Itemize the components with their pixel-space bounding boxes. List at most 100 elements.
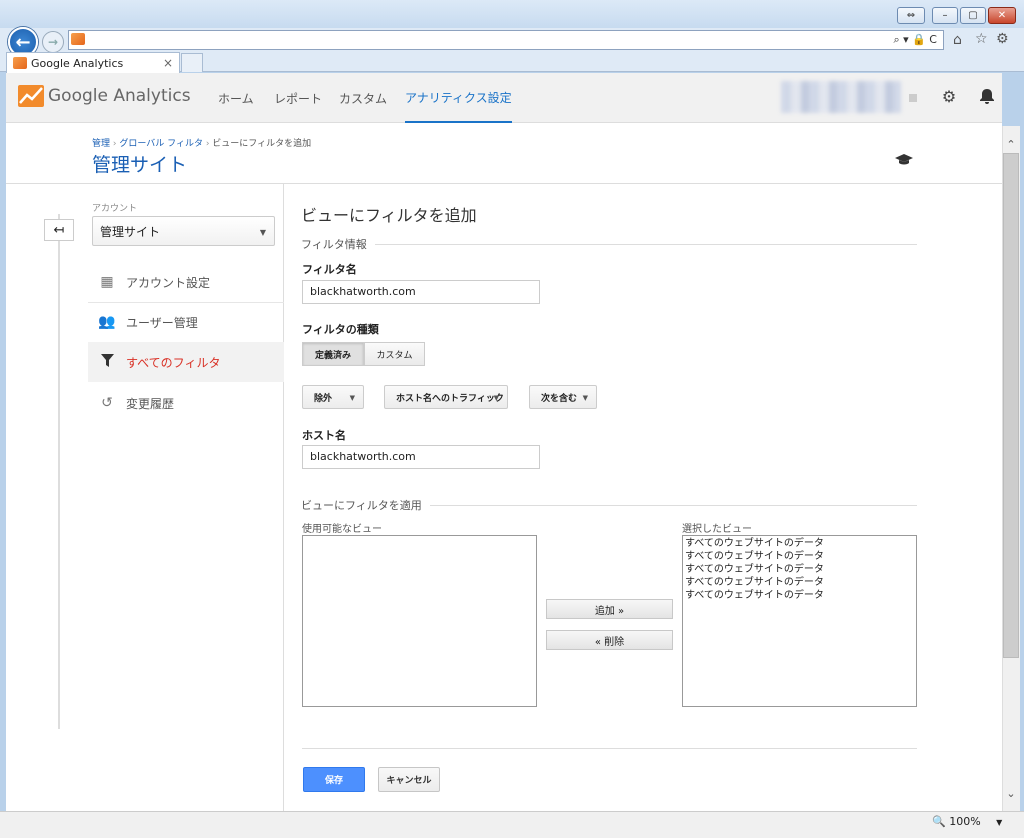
sidebar-item-all-filters[interactable]: すべてのフィルタ (88, 342, 284, 382)
available-views-list[interactable] (302, 535, 537, 707)
tab-title: Google Analytics (31, 56, 124, 70)
type-custom-button[interactable]: カスタム (364, 342, 425, 366)
ga-header: Google Analytics ホーム レポート カスタム アナリティクス設定… (6, 73, 1002, 124)
filter-name-input[interactable]: blackhatworth.com (302, 280, 540, 304)
chevron-down-icon: ▼ (259, 228, 266, 237)
back-arrow-icon: ↤ (53, 222, 65, 238)
logo-text: Google Analytics (48, 86, 191, 106)
type-predefined-button[interactable]: 定義済み (302, 342, 364, 366)
traffic-source-dropdown[interactable]: ホスト名へのトラフィック ▼ (384, 385, 508, 409)
tools-gear-icon[interactable]: ⚙ (996, 31, 1009, 47)
chevron-down-icon: ▼ (996, 818, 1003, 827)
forward-button[interactable]: → (42, 31, 64, 53)
sidebar-back-button[interactable]: ↤ (44, 219, 74, 241)
breadcrumb-current: ビューにフィルタを追加 (212, 139, 312, 149)
building-icon: ▦ (100, 274, 114, 290)
ga-logo-icon (18, 85, 44, 107)
chevron-down-icon: ▼ (349, 394, 355, 402)
list-item[interactable]: すべてのウェブサイトのデータ (685, 563, 914, 576)
sidebar-item-label: アカウント設定 (126, 275, 211, 290)
hostname-label: ホスト名 (302, 429, 346, 442)
scroll-up-icon[interactable]: ⌃ (1002, 133, 1020, 155)
account-select[interactable]: 管理サイト ▼ (92, 216, 275, 246)
dropdown-value: 次を含む (541, 393, 578, 404)
account-select-value: 管理サイト (100, 224, 161, 239)
sidebar-item-label: 変更履歴 (126, 396, 175, 411)
match-type-dropdown[interactable]: 次を含む ▼ (529, 385, 597, 409)
back-arrow-icon: ← (15, 31, 31, 53)
breadcrumb: 管理 › グローバル フィルタ › ビューにフィルタを追加 (92, 139, 312, 149)
page-title: 管理サイト (92, 154, 188, 176)
close-window-button[interactable]: ✕ (988, 7, 1016, 24)
add-view-button[interactable]: 追加 » (546, 599, 673, 619)
sidebar-item-user-management[interactable]: 👥 ユーザー管理 (88, 302, 284, 342)
sidebar-timeline (58, 214, 60, 729)
selected-views-label: 選択したビュー (682, 524, 752, 535)
ga-logo[interactable]: Google Analytics (18, 85, 191, 107)
ga-favicon-icon (13, 57, 27, 69)
browser-tab[interactable]: Google Analytics × (6, 52, 180, 73)
list-item[interactable]: すべてのウェブサイトのデータ (685, 576, 914, 589)
nav-custom[interactable]: カスタム (339, 73, 387, 123)
available-views-label: 使用可能なビュー (302, 524, 382, 535)
account-selector-blurred[interactable] (781, 81, 901, 113)
account-dropdown-icon[interactable] (909, 94, 917, 102)
search-lock-refresh-icons[interactable]: ⌕ ▾ 🔒 C (893, 33, 937, 47)
home-icon[interactable]: ⌂ (953, 32, 962, 48)
nav-analytics-settings[interactable]: アナリティクス設定 (405, 73, 512, 124)
list-item[interactable]: すべてのウェブサイトのデータ (685, 550, 914, 563)
page-subheader: 管理 › グローバル フィルタ › ビューにフィルタを追加 管理サイト (6, 123, 1002, 184)
selected-views-list[interactable]: すべてのウェブサイトのデータ すべてのウェブサイトのデータ すべてのウェブサイト… (682, 535, 917, 707)
sidebar-item-label: ユーザー管理 (126, 315, 198, 330)
zoom-magnifier-icon: 🔍 (932, 815, 946, 828)
list-item[interactable]: すべてのウェブサイトのデータ (685, 589, 914, 602)
dropdown-value: ホスト名へのトラフィック (396, 393, 504, 404)
new-tab-button[interactable] (181, 53, 203, 72)
sidebar-item-account-settings[interactable]: ▦ アカウント設定 (88, 262, 284, 302)
exclude-dropdown[interactable]: 除外 ▼ (302, 385, 364, 409)
remove-view-button[interactable]: « 削除 (546, 630, 673, 650)
chevron-down-icon: ▼ (582, 394, 588, 402)
scrollbar-thumb[interactable] (1003, 153, 1019, 658)
filter-type-label: フィルタの種類 (302, 323, 379, 336)
section-label: ビューにフィルタを適用 (301, 499, 422, 512)
admin-sidebar: ↤ アカウント 管理サイト ▼ ▦ アカウント設定 👥 ユーザー管理 すべてのフ… (6, 184, 284, 811)
save-button[interactable]: 保存 (303, 767, 365, 792)
scroll-down-icon[interactable]: ⌄ (1002, 782, 1020, 804)
chevron-down-icon: ▼ (493, 394, 499, 402)
window-titlebar (0, 0, 1024, 28)
filter-name-label: フィルタ名 (302, 263, 357, 276)
nav-reports[interactable]: レポート (274, 73, 322, 123)
minimize-button[interactable]: – (932, 7, 958, 24)
site-favicon-icon (71, 33, 85, 45)
settings-gear-icon[interactable]: ⚙ (940, 87, 958, 106)
status-bar (0, 811, 1024, 838)
filter-icon (96, 353, 118, 371)
restore-tabs-button[interactable]: ⇔ (897, 7, 925, 24)
section-apply-filter: ビューにフィルタを適用 (301, 497, 917, 513)
address-input[interactable]: ⌕ ▾ 🔒 C (68, 30, 944, 50)
page-viewport: Google Analytics ホーム レポート カスタム アナリティクス設定… (6, 73, 1002, 811)
cancel-button[interactable]: キャンセル (378, 767, 440, 792)
notifications-bell-icon[interactable] (978, 87, 996, 105)
sidebar-item-label: すべてのフィルタ (126, 355, 221, 370)
zoom-level: 100% (949, 815, 981, 828)
account-label: アカウント (92, 204, 138, 214)
users-icon: 👥 (98, 314, 116, 330)
academy-cap-icon[interactable] (894, 153, 914, 171)
divider (302, 748, 917, 749)
tab-close-icon[interactable]: × (163, 56, 173, 70)
zoom-control[interactable]: 🔍 100% ▼ (932, 815, 1002, 828)
maximize-button[interactable]: ▢ (960, 7, 986, 24)
nav-home[interactable]: ホーム (218, 73, 254, 123)
list-item[interactable]: すべてのウェブサイトのデータ (685, 537, 914, 550)
dropdown-value: 除外 (314, 393, 333, 404)
sidebar-item-change-history[interactable]: ↺ 変更履歴 (88, 383, 284, 423)
forward-arrow-icon: → (47, 35, 59, 49)
section-filter-info: フィルタ情報 (301, 236, 917, 252)
hostname-input[interactable]: blackhatworth.com (302, 445, 540, 469)
breadcrumb-global-filter[interactable]: グローバル フィルタ (119, 139, 203, 149)
history-icon: ↺ (101, 395, 113, 411)
breadcrumb-admin[interactable]: 管理 (92, 139, 110, 149)
favorites-star-icon[interactable]: ☆ (975, 31, 988, 47)
